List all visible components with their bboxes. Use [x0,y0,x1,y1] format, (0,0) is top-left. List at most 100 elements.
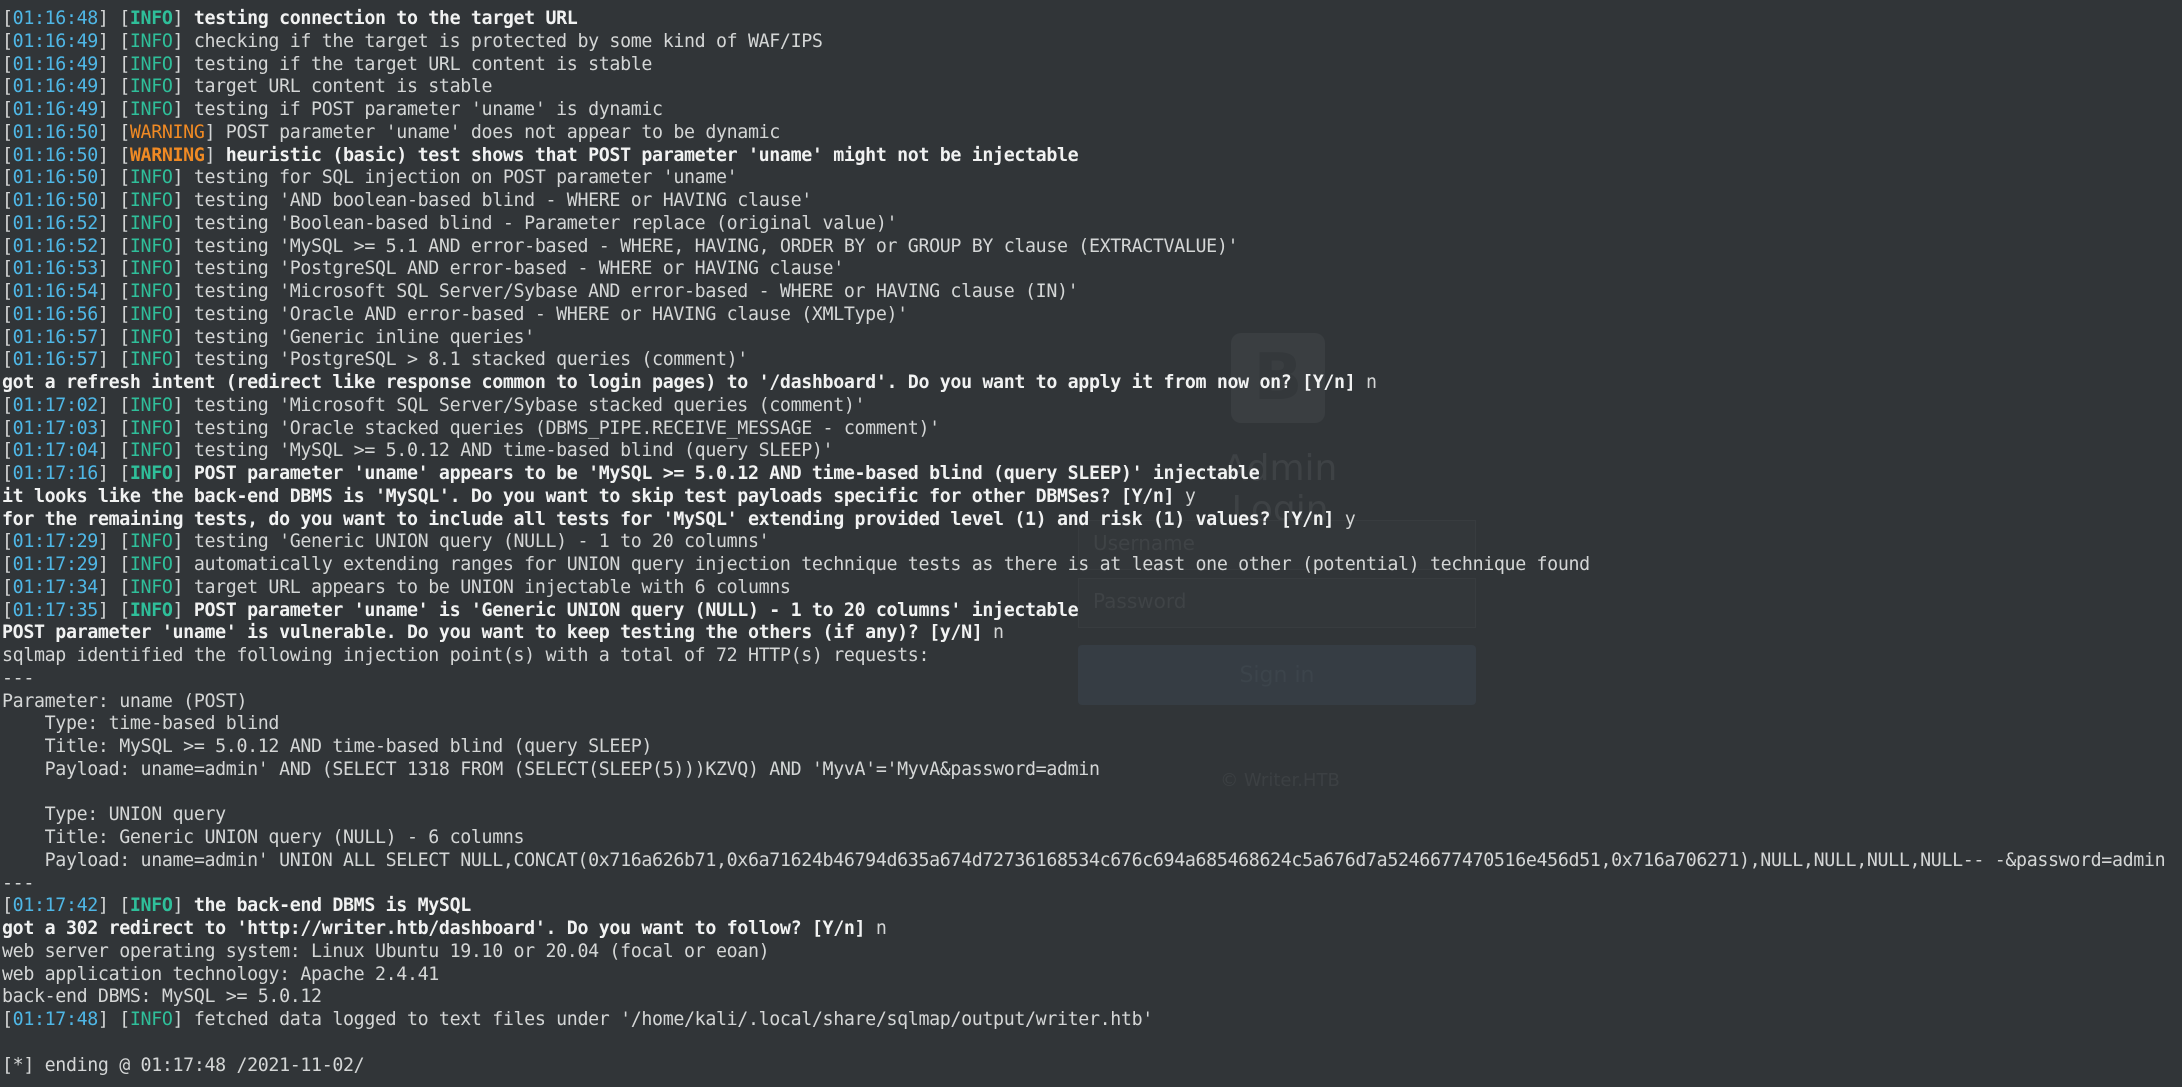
log-timestamp: 01:17:04 [12,440,99,462]
bracket: [ [2,167,13,189]
terminal-line: web application technology: Apache 2.4.4… [2,964,2182,987]
bracket: [ [2,394,13,416]
prompt-answer: n [982,622,1004,644]
terminal-line: for the remaining tests, do you want to … [2,509,2182,532]
log-message: the back-end DBMS is MySQL [183,895,471,917]
bracket: ] [ [97,531,130,553]
terminal-output[interactable]: [01:16:48] [INFO] testing connection to … [0,0,2182,1087]
bracket: ] [ [97,53,130,75]
bracket: [ [2,30,13,52]
log-message: fetched data logged to text files under … [183,1009,1153,1030]
log-level: INFO [129,599,173,621]
log-level: INFO [129,554,173,575]
bracket: ] [172,531,184,553]
terminal-line: web server operating system: Linux Ubunt… [2,941,2182,964]
bracket: ] [172,554,184,575]
bracket: [ [2,1009,13,1030]
log-message: testing 'Generic inline queries' [183,326,535,348]
terminal-line: Type: UNION query [2,804,2182,827]
log-level: INFO [129,99,173,120]
bracket: [ [2,554,13,575]
terminal-line: [01:16:50] [WARNING] POST parameter 'una… [2,122,2182,145]
terminal-line: [01:17:03] [INFO] testing 'Oracle stacke… [2,418,2182,441]
log-timestamp: 01:16:49 [12,53,99,75]
bracket: ] [172,190,184,211]
bracket: [ [2,99,13,120]
bracket: [ [2,144,13,166]
terminal-line: [01:16:52] [INFO] testing 'MySQL >= 5.1 … [2,236,2182,259]
bracket: ] [ [97,121,130,143]
terminal-line: [01:16:57] [INFO] testing 'PostgreSQL > … [2,349,2182,372]
log-message: target URL appears to be UNION injectabl… [183,576,791,598]
terminal-line: Parameter: uname (POST) [2,691,2182,714]
log-level: INFO [129,53,173,75]
bracket: ] [172,212,184,234]
log-level: INFO [129,190,173,211]
prompt-answer: n [865,918,887,939]
bracket: ] [ [97,144,130,166]
log-level: INFO [129,1009,173,1030]
output-text: Payload: uname=admin' AND (SELECT 1318 F… [2,758,1100,780]
log-level: INFO [129,212,173,234]
bracket: [ [2,463,13,484]
log-level: INFO [129,167,173,189]
prompt-question: for the remaining tests, do you want to … [2,508,1335,530]
bracket: ] [172,281,184,302]
bracket: ] [ [97,8,130,29]
bracket: ] [ [97,99,130,120]
bracket: ] [ [97,235,130,257]
output-text: [*] ending @ 01:17:48 /2021-11-02/ [2,1054,365,1076]
bracket: ] [ [97,76,130,98]
terminal-line: [01:17:42] [INFO] the back-end DBMS is M… [2,895,2182,918]
output-text: Title: Generic UNION query (NULL) - 6 co… [2,827,525,848]
terminal-line: [01:16:49] [INFO] testing if POST parame… [2,99,2182,122]
log-level: INFO [129,531,173,553]
log-timestamp: 01:16:52 [12,235,99,257]
bracket: ] [ [97,599,130,621]
output-text: back-end DBMS: MySQL >= 5.0.12 [2,986,322,1008]
log-message: checking if the target is protected by s… [183,30,823,52]
prompt-question: POST parameter 'uname' is vulnerable. Do… [2,622,983,644]
log-message: testing 'Oracle AND error-based - WHERE … [183,303,908,325]
log-level: INFO [129,349,173,371]
bracket: [ [2,303,13,325]
log-timestamp: 01:16:48 [12,8,99,29]
log-timestamp: 01:17:29 [12,554,99,575]
bracket: ] [172,576,184,598]
terminal-line: POST parameter 'uname' is vulnerable. Do… [2,622,2182,645]
output-text: web application technology: Apache 2.4.4… [2,963,439,985]
bracket: [ [2,258,13,280]
log-timestamp: 01:16:52 [12,212,99,234]
log-timestamp: 01:16:50 [12,190,99,211]
bracket: ] [172,349,184,371]
log-level: INFO [129,576,173,598]
bracket: [ [2,576,13,598]
bracket: ] [ [97,463,130,484]
terminal-line: [01:16:48] [INFO] testing connection to … [2,8,2182,31]
log-message: automatically extending ranges for UNION… [183,554,1590,575]
log-message: testing if the target URL content is sta… [183,53,653,75]
output-text: web server operating system: Linux Ubunt… [2,940,770,962]
log-level: INFO [129,303,173,325]
bracket: ] [204,121,216,143]
bracket: ] [ [97,281,130,302]
terminal-line: [01:16:54] [INFO] testing 'Microsoft SQL… [2,281,2182,304]
bracket: ] [172,76,184,98]
bracket: ] [172,440,184,462]
terminal-line: [01:17:34] [INFO] target URL appears to … [2,577,2182,600]
bracket: [ [2,235,13,257]
terminal-line: [01:17:16] [INFO] POST parameter 'uname'… [2,463,2182,486]
log-message: testing 'MySQL >= 5.0.12 AND time-based … [183,440,834,462]
bracket: ] [172,417,184,439]
terminal-line: [*] ending @ 01:17:48 /2021-11-02/ [2,1055,2182,1078]
bracket: ] [172,30,184,52]
bracket: ] [204,144,216,166]
bracket: ] [ [97,258,130,280]
bracket: ] [ [97,303,130,325]
terminal-line: it looks like the back-end DBMS is 'MySQ… [2,486,2182,509]
log-timestamp: 01:17:03 [12,417,99,439]
terminal-line: [01:17:48] [INFO] fetched data logged to… [2,1009,2182,1032]
log-level: WARNING [129,144,205,166]
log-timestamp: 01:16:56 [12,303,99,325]
terminal-line: [01:16:49] [INFO] target URL content is … [2,76,2182,99]
